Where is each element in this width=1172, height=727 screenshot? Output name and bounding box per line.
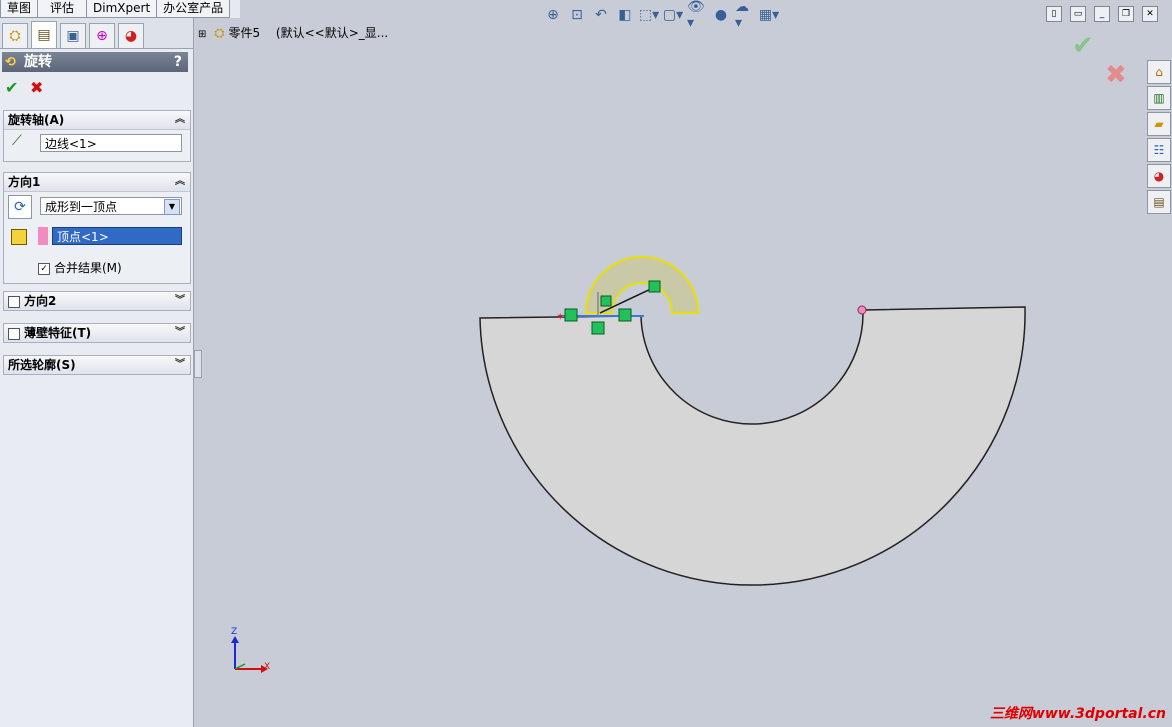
- help-button[interactable]: ?: [174, 52, 182, 72]
- zoom-to-fit-icon[interactable]: ⊕: [543, 5, 563, 25]
- triad-x-label: X: [264, 662, 271, 672]
- tab-sketch[interactable]: 草图: [0, 0, 39, 18]
- dimxpert-manager-tab-icon[interactable]: ⊕: [89, 23, 115, 48]
- cancel-button[interactable]: ✖: [30, 78, 43, 97]
- solidworks-resources-icon[interactable]: ⌂: [1147, 60, 1171, 84]
- vertex-icon: [11, 229, 27, 245]
- section-view-icon[interactable]: ◧: [615, 5, 635, 25]
- minimize-icon[interactable]: _: [1094, 6, 1110, 22]
- tab-evaluate[interactable]: 评估: [37, 0, 88, 18]
- command-manager-tabs: 草图 评估 DimXpert 办公室产品: [0, 0, 240, 18]
- tile-horizontal-icon[interactable]: ▯: [1046, 6, 1062, 22]
- edge-icon: ⟋: [12, 133, 22, 149]
- confirmation-corner-ok-icon[interactable]: ✔: [1072, 31, 1094, 61]
- apply-scene-icon[interactable]: ☁▾: [735, 0, 755, 31]
- thin-feature-section-header[interactable]: 薄壁特征(T) ︾: [4, 324, 190, 342]
- flyout-feature-tree: ⊞ ⛭ 零件5 (默认<<默认>_显...: [198, 24, 388, 41]
- property-manager-title-bar: ⟲ 旋转 ?: [2, 52, 188, 72]
- restore-icon[interactable]: ❐: [1118, 6, 1134, 22]
- direction2-checkbox[interactable]: [8, 295, 20, 308]
- triad-y-axis: [234, 663, 246, 670]
- expand-chevron-icon[interactable]: ︾: [175, 292, 185, 310]
- coincident-relation-icon: [648, 280, 661, 293]
- part-configuration: (默认<<默认>_显...: [275, 26, 389, 40]
- direction2-section-header[interactable]: 方向2 ︾: [4, 292, 190, 310]
- property-manager-panel: ⛭ ▤ ▣ ⊕ ◕ ⟲ 旋转 ? ✔ ✖ 旋转轴(A) ︽ ⟋ 边线<1> 方向…: [0, 18, 194, 727]
- merge-result-checkbox[interactable]: ✓ 合并结果(M): [38, 259, 122, 276]
- configuration-manager-tab-icon[interactable]: ▣: [60, 23, 86, 48]
- relation-marker-icon: [564, 308, 578, 322]
- watermark: 三维网www.3dportal.cn: [989, 706, 1166, 722]
- panel-collapse-handle[interactable]: [194, 350, 202, 378]
- revolve-icon: ⟲: [5, 55, 16, 70]
- window-controls: ▯ ▭ _ ❐ ✕: [1046, 6, 1158, 22]
- close-icon[interactable]: ✕: [1142, 6, 1158, 22]
- custom-properties-icon[interactable]: ▤: [1147, 190, 1171, 214]
- view-settings-icon[interactable]: ▦▾: [759, 5, 779, 25]
- thin-feature-section: 薄壁特征(T) ︾: [3, 323, 191, 343]
- zoom-to-area-icon[interactable]: ⊡: [567, 5, 587, 25]
- thin-feature-checkbox[interactable]: [8, 327, 20, 340]
- revolve-preview-body: [479, 306, 1026, 586]
- selected-contours-section: 所选轮廓(S) ︾: [3, 355, 191, 375]
- axis-section-header[interactable]: 旋转轴(A) ︽: [4, 111, 190, 130]
- tile-vertical-icon[interactable]: ▭: [1070, 6, 1086, 22]
- origin-marker-icon: ✶: [556, 312, 564, 323]
- part-name[interactable]: 零件5: [228, 26, 260, 40]
- hide-show-items-icon[interactable]: 👁▾: [687, 0, 707, 31]
- confirmation-corner-cancel-icon[interactable]: ✖: [1105, 60, 1127, 90]
- coincident-relation-icon: [600, 295, 612, 307]
- task-pane-tabs: ⌂ ▥ ▰ ☷ ◕ ▤: [1147, 60, 1171, 216]
- property-manager-title: 旋转: [24, 54, 52, 70]
- direction1-section-header[interactable]: 方向1 ︽: [4, 173, 190, 192]
- tab-office-products[interactable]: 办公室产品: [156, 0, 231, 18]
- triad-z-arrow-icon: [231, 636, 239, 643]
- sketch-profile: [584, 256, 700, 314]
- selection-color-swatch: [38, 227, 48, 245]
- heads-up-view-toolbar: ⊕ ⊡ ↶ ◧ ⬚▾ ▢▾ 👁▾ ● ☁▾ ▦▾: [543, 0, 779, 31]
- previous-view-icon[interactable]: ↶: [591, 5, 611, 25]
- expand-chevron-icon[interactable]: ︾: [175, 324, 185, 342]
- triad-z-label: Z: [231, 627, 238, 637]
- panel-tabs: ⛭ ▤ ▣ ⊕ ◕: [0, 18, 193, 49]
- sketch-line: [599, 286, 656, 314]
- end-condition-select[interactable]: 成形到一顶点 ▼: [40, 197, 182, 215]
- edit-appearance-icon[interactable]: ●: [711, 5, 731, 25]
- collapse-chevron-icon[interactable]: ︽: [175, 173, 185, 191]
- collapse-chevron-icon[interactable]: ︽: [175, 111, 185, 129]
- direction2-section: 方向2 ︾: [3, 291, 191, 311]
- relation-marker-icon: [618, 308, 632, 322]
- axis-selection-field[interactable]: 边线<1>: [40, 134, 182, 152]
- selected-contours-section-header[interactable]: 所选轮廓(S) ︾: [4, 356, 190, 374]
- view-palette-icon[interactable]: ☷: [1147, 138, 1171, 162]
- feature-tree-tab-icon[interactable]: ⛭: [2, 23, 28, 48]
- view-orientation-icon[interactable]: ⬚▾: [639, 5, 659, 25]
- reverse-direction-button[interactable]: ⟳: [8, 195, 32, 219]
- display-style-icon[interactable]: ▢▾: [663, 5, 683, 25]
- expand-chevron-icon[interactable]: ︾: [175, 356, 185, 374]
- design-library-icon[interactable]: ▥: [1147, 86, 1171, 110]
- checkbox-check-icon[interactable]: ✓: [38, 262, 50, 275]
- ok-button[interactable]: ✔: [5, 78, 18, 97]
- horizontal-relation-icon: [591, 321, 605, 335]
- part-icon: ⛭: [214, 26, 225, 41]
- appearances-scenes-icon[interactable]: ◕: [1147, 164, 1171, 188]
- axis-section: 旋转轴(A) ︽ ⟋ 边线<1>: [3, 110, 191, 162]
- expand-plus-icon[interactable]: ⊞: [198, 29, 206, 40]
- selected-vertex-icon: [857, 305, 867, 315]
- chevron-down-icon[interactable]: ▼: [164, 199, 180, 215]
- vertex-selection-field[interactable]: 顶点<1>: [52, 227, 182, 245]
- property-manager-tab-icon[interactable]: ▤: [31, 21, 57, 48]
- display-manager-tab-icon[interactable]: ◕: [118, 23, 144, 48]
- direction1-section: 方向1 ︽ ⟳ 成形到一顶点 ▼ 顶点<1> ✓ 合并结果(M): [3, 172, 191, 284]
- file-explorer-icon[interactable]: ▰: [1147, 112, 1171, 136]
- tab-dimxpert[interactable]: DimXpert: [86, 0, 158, 18]
